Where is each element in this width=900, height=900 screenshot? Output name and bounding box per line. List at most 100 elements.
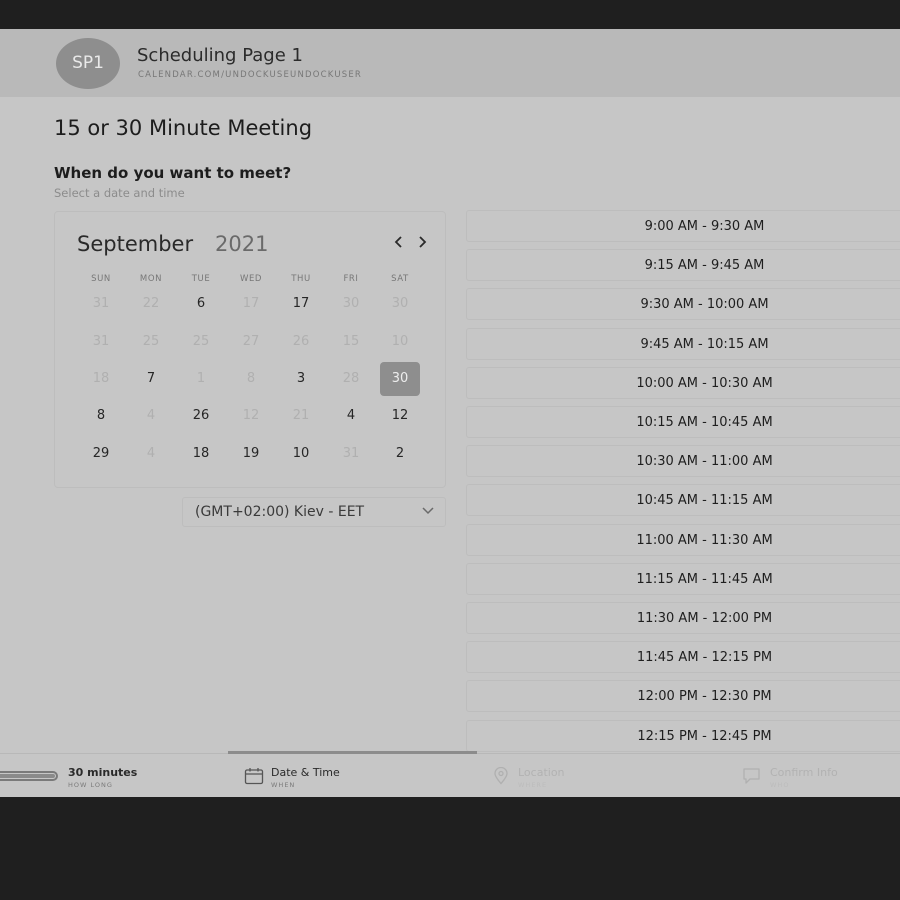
timezone-value: (GMT+02:00) Kiev - EET <box>195 504 365 520</box>
calendar-day: 25 <box>192 334 210 349</box>
calendar-day[interactable]: 12 <box>380 399 420 433</box>
time-slot-button[interactable]: 12:00 PM - 12:30 PM <box>466 680 900 713</box>
calendar-day: 12 <box>242 408 260 423</box>
calendar-day: 30 <box>391 296 409 311</box>
scheduling-page-title: Scheduling Page 1 <box>137 45 303 66</box>
weekday-label: SUN <box>91 274 111 284</box>
time-slot-label: 11:00 AM - 11:30 AM <box>636 532 773 548</box>
calendar-day: 25 <box>142 334 160 349</box>
calendar-day[interactable]: 29 <box>81 437 121 471</box>
calendar-day: 21 <box>292 408 310 423</box>
calendar-day: 1 <box>196 371 206 386</box>
time-slot-button[interactable]: 10:45 AM - 11:15 AM <box>466 484 900 517</box>
time-slot-button[interactable]: 10:30 AM - 11:00 AM <box>466 445 900 478</box>
calendar-month: September <box>77 232 194 256</box>
time-slot-label: 10:00 AM - 10:30 AM <box>636 375 773 391</box>
avatar: SP1 <box>56 38 120 89</box>
calendar-day: 30 <box>342 296 360 311</box>
calendar-day: 28 <box>342 371 360 386</box>
when-heading: When do you want to meet? <box>54 164 292 182</box>
weekday-label: TUE <box>191 274 211 284</box>
time-slot-label: 9:15 AM - 9:45 AM <box>644 258 765 274</box>
weekday-label: WED <box>239 274 263 284</box>
calendar-day: 31 <box>92 296 110 311</box>
chevron-left-icon[interactable] <box>393 234 405 253</box>
tab-date-time[interactable]: Date & Time WHEN <box>228 754 477 797</box>
tab-duration-label: 30 minutes <box>68 766 138 779</box>
calendar-day-selected[interactable]: 30 <box>380 362 420 396</box>
calendar-icon <box>244 767 264 789</box>
time-slot-button[interactable]: 11:45 AM - 12:15 PM <box>466 641 900 674</box>
weekday-label: THU <box>291 274 311 284</box>
calendar-day[interactable]: 8 <box>81 399 121 433</box>
time-slot-label: 11:45 AM - 12:15 PM <box>636 650 773 666</box>
page-header: SP1 Scheduling Page 1 CALENDAR.COM/UNDOC… <box>0 29 900 97</box>
chevron-down-icon <box>421 503 435 521</box>
tab-confirm-info[interactable]: Confirm Info WHO <box>726 754 900 797</box>
calendar-day: 31 <box>92 334 110 349</box>
time-slot-label: 10:45 AM - 11:15 AM <box>636 493 773 509</box>
tab-date-time-sub: WHEN <box>271 781 296 789</box>
calendar-day[interactable]: 6 <box>181 287 221 321</box>
calendar-day[interactable]: 19 <box>231 437 271 471</box>
top-bar <box>0 0 900 29</box>
calendar-day: 8 <box>246 371 256 386</box>
time-slot-button[interactable]: 9:00 AM - 9:30 AM <box>466 210 900 242</box>
time-slot-button[interactable]: 9:45 AM - 10:15 AM <box>466 327 900 360</box>
calendar-day[interactable]: 26 <box>181 399 221 433</box>
time-slot-label: 10:30 AM - 11:00 AM <box>636 454 773 470</box>
map-pin-icon <box>493 766 509 789</box>
calendar-day[interactable]: 3 <box>281 362 321 396</box>
time-slot-label: 11:30 AM - 12:00 PM <box>636 611 773 626</box>
chat-icon <box>742 767 762 789</box>
calendar-day[interactable]: 10 <box>281 437 321 471</box>
date-picker-calendar: September 2021 SUN MON TUE WED THU FRI SAT 31 2… <box>54 211 446 488</box>
calendar-year: 2021 <box>215 232 269 256</box>
calendar-day: 17 <box>242 296 260 311</box>
calendar-day[interactable]: 4 <box>331 399 371 433</box>
time-slot-label: 12:00 PM - 12:30 PM <box>637 689 772 705</box>
time-slot-button[interactable]: 12:15 PM - 12:45 PM <box>466 719 900 752</box>
tab-location-label: Location <box>518 766 565 779</box>
calendar-day: 22 <box>142 296 160 311</box>
time-slot-button[interactable]: 11:00 AM - 11:30 AM <box>466 523 900 556</box>
tab-duration-sub: HOW LONG <box>68 781 113 789</box>
calendar-day[interactable]: 17 <box>281 287 321 321</box>
time-slot-label: 9:00 AM - 9:30 AM <box>644 219 765 234</box>
calendar-day: 4 <box>146 408 156 423</box>
time-slot-button[interactable]: 9:15 AM - 9:45 AM <box>466 249 900 282</box>
weekday-label: MON <box>139 274 163 284</box>
calendar-day: 31 <box>342 446 360 461</box>
time-slot-button[interactable]: 11:30 AM - 12:00 PM <box>466 602 900 634</box>
calendar-day: 27 <box>242 334 260 349</box>
tab-confirm-info-label: Confirm Info <box>770 766 838 779</box>
calendar-day: 26 <box>292 334 310 349</box>
calendar-day[interactable]: 7 <box>131 362 171 396</box>
scheduling-app: SP1 Scheduling Page 1 CALENDAR.COM/UNDOC… <box>0 29 900 797</box>
weekday-label: FRI <box>343 274 359 284</box>
time-slot-label: 12:15 PM - 12:45 PM <box>637 728 772 744</box>
time-slot-label: 9:45 AM - 10:15 AM <box>640 336 769 352</box>
progress-bar-icon <box>0 771 58 781</box>
time-slot-button[interactable]: 9:30 AM - 10:00 AM <box>466 288 900 321</box>
tab-location-sub: WHERE <box>518 781 548 789</box>
time-slot-button[interactable]: 11:15 AM - 11:45 AM <box>466 562 900 595</box>
time-slot-button[interactable]: 10:00 AM - 10:30 AM <box>466 366 900 399</box>
time-slot-label: 9:30 AM - 10:00 AM <box>640 297 769 313</box>
tab-date-time-label: Date & Time <box>271 766 340 779</box>
time-slot-button[interactable]: 10:15 AM - 10:45 AM <box>466 406 900 438</box>
meeting-title: 15 or 30 Minute Meeting <box>54 116 313 140</box>
time-slot-label: 11:15 AM - 11:45 AM <box>636 571 773 587</box>
calendar-day[interactable]: 2 <box>380 437 420 471</box>
calendar-day: 10 <box>391 334 409 349</box>
time-slot-label: 10:15 AM - 10:45 AM <box>636 415 773 430</box>
weekday-label: SAT <box>391 274 409 284</box>
calendar-day[interactable]: 18 <box>181 437 221 471</box>
tab-location[interactable]: Location WHERE <box>477 754 726 797</box>
scheduling-page-url: CALENDAR.COM/UNDOCKUSEUNDOCKUSER <box>138 70 363 80</box>
timezone-select[interactable]: (GMT+02:00) Kiev - EET <box>182 497 446 527</box>
chevron-right-icon[interactable] <box>416 234 428 253</box>
when-subheading: Select a date and time <box>54 186 185 200</box>
calendar-day: 18 <box>92 371 110 386</box>
tab-duration[interactable]: 30 minutes HOW LONG <box>0 754 228 797</box>
